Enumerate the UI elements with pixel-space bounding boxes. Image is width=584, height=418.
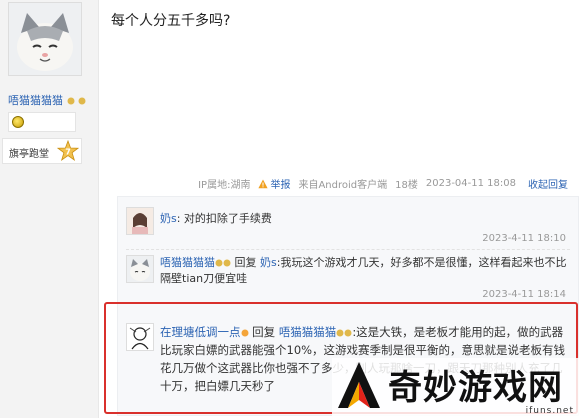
reply-avatar[interactable] bbox=[126, 255, 154, 283]
watermark-brand: 奇妙游戏网 bbox=[388, 368, 563, 408]
watermark-logo-icon bbox=[338, 362, 380, 408]
floor-number: 18楼 bbox=[395, 180, 418, 191]
reply-content: : 对的扣除了手续费 bbox=[176, 212, 272, 225]
rank-label: 旗亭跑堂 bbox=[9, 149, 49, 160]
post-meta-bar: IP属地:湖南 举报 来自Android客户端 18楼 2023-04-11 1… bbox=[190, 176, 568, 191]
report-warning-icon[interactable] bbox=[258, 179, 269, 189]
rank-level: 7 bbox=[65, 148, 71, 157]
post-text: 每个人分五千多吗? bbox=[111, 13, 231, 29]
medal-icon bbox=[12, 116, 24, 128]
reply-time: 2023-4-11 18:14 bbox=[482, 289, 566, 300]
girl-avatar-image bbox=[127, 208, 153, 234]
rank-badge: 旗亭跑堂 7 bbox=[2, 138, 82, 164]
watermark-url: ifuns.net bbox=[525, 406, 574, 416]
cat-badge-icon bbox=[78, 97, 86, 105]
cat-avatar-small-image bbox=[127, 256, 153, 282]
reply-text: 唔猫猫猫猫 回复 奶s:我玩这个游戏才几天，好多都不是很懂，这样看起来也不比隔壁… bbox=[160, 255, 570, 287]
reply-item: 奶s: 对的扣除了手续费 2023-4-11 18:10 bbox=[118, 205, 578, 251]
reply-text: 奶s: 对的扣除了手续费 bbox=[160, 211, 570, 227]
cat-avatar-image bbox=[9, 3, 81, 75]
collapse-replies-link[interactable]: 收起回复 bbox=[528, 176, 568, 191]
reply-username[interactable]: 唔猫猫猫猫 bbox=[160, 256, 215, 269]
medal-box bbox=[8, 112, 76, 132]
author-avatar[interactable] bbox=[8, 2, 82, 76]
reply-word: 回复 bbox=[234, 256, 257, 269]
reply-item: 唔猫猫猫猫 回复 奶s:我玩这个游戏才几天，好多都不是很懂，这样看起来也不比隔壁… bbox=[118, 253, 578, 301]
author-username-text[interactable]: 唔猫猫猫猫 bbox=[8, 94, 63, 107]
cat-badge-icon bbox=[215, 259, 223, 267]
author-sidebar: 唔猫猫猫猫 旗亭跑堂 7 bbox=[0, 0, 98, 418]
reply-username[interactable]: 奶s bbox=[160, 212, 177, 225]
author-username[interactable]: 唔猫猫猫猫 bbox=[8, 92, 86, 108]
site-watermark: 奇妙游戏网 ifuns.net bbox=[332, 358, 580, 418]
report-link[interactable]: 举报 bbox=[270, 176, 290, 191]
rank-star-icon: 7 bbox=[57, 140, 79, 161]
client-source: 来自Android客户端 bbox=[298, 180, 388, 191]
cat-badge-icon bbox=[223, 259, 231, 267]
reply-avatar[interactable] bbox=[126, 207, 154, 235]
post-time: 2023-04-11 18:08 bbox=[425, 178, 516, 189]
reply-time: 2023-4-11 18:10 bbox=[482, 233, 566, 244]
ip-location: IP属地:湖南 bbox=[198, 180, 251, 191]
cat-badge-icon bbox=[67, 97, 74, 105]
reply-to-user[interactable]: 奶s bbox=[260, 256, 277, 269]
reply-divider bbox=[126, 249, 570, 250]
